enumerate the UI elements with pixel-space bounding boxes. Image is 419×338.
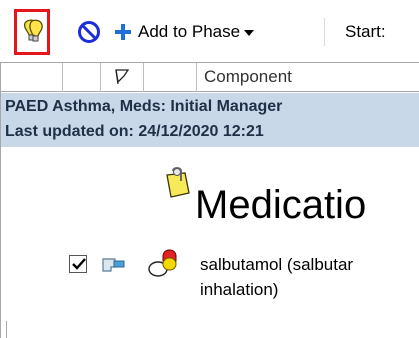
order-checkbox[interactable] [69,255,87,273]
order-line-2: inhalation) [200,280,279,299]
note-clip-icon [166,167,190,198]
lightbulb-button[interactable] [14,9,50,55]
order-line-1: salbutamol (salbutar [200,255,354,274]
chevron-down-icon [244,30,255,36]
lightbulb-icon [23,19,43,42]
add-to-phase-label: Add to Phase [138,22,241,41]
flag-icon [115,69,130,85]
plan-name: PAED Asthma, Meds: Initial Manager [5,98,283,115]
toolbar: Add to Phase Start: [0,0,419,62]
start-label: Start: [345,22,386,41]
header-cell[interactable] [144,63,197,92]
component-column-label: Component [204,67,292,86]
row-divider [1,321,7,338]
orders-grid: Component PAED Asthma, Meds: Initial Man… [0,62,419,338]
cancel-button[interactable] [76,19,102,45]
inhaler-icon [102,258,125,272]
toolbar-divider [324,18,325,46]
order-description: salbutamol (salbutar inhalation) [200,252,353,302]
section-title: Medicatio [195,183,367,227]
last-updated: Last updated on: 24/12/2020 12:21 [5,123,264,140]
grid-header: Component [1,63,419,92]
header-cell[interactable] [1,63,63,92]
plus-icon [115,24,131,40]
header-cell[interactable] [63,63,101,92]
plan-info-band: PAED Asthma, Meds: Initial Manager Last … [1,93,419,147]
add-to-phase-button[interactable]: Add to Phase [112,17,256,47]
check-icon [72,258,86,270]
medication-icon [148,249,177,277]
no-entry-icon [78,21,100,43]
